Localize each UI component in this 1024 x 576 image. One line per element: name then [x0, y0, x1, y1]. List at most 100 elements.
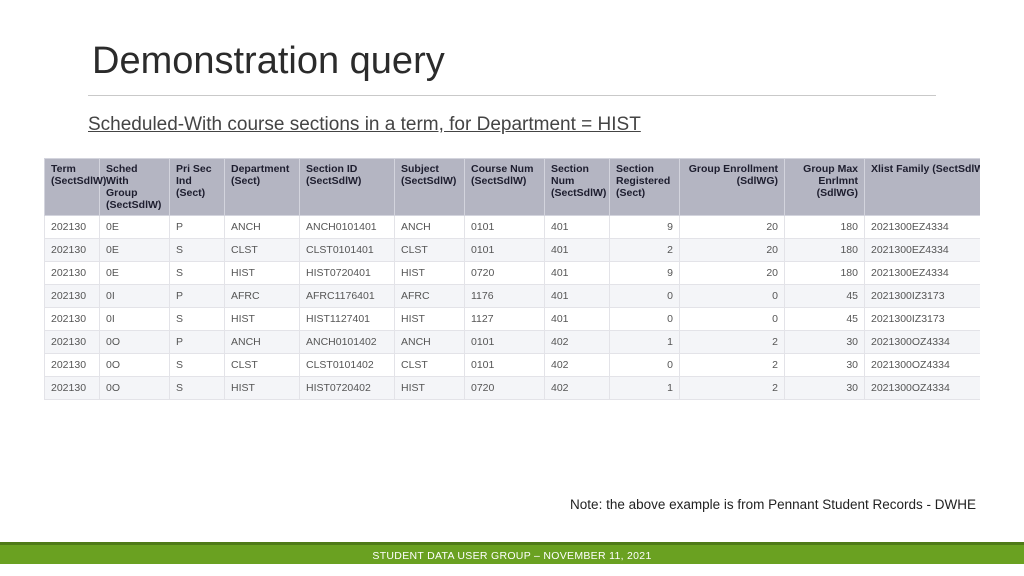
col-group-enroll: Group Enrollment (SdlWG) — [680, 159, 785, 216]
cell: S — [170, 239, 225, 262]
col-pri-sec-ind: Pri Sec Ind (Sect) — [170, 159, 225, 216]
cell: 402 — [545, 331, 610, 354]
cell: CLST — [395, 354, 465, 377]
results-table: Term (SectSdlW) Sched With Group (SectSd… — [44, 158, 980, 400]
footnote: Note: the above example is from Pennant … — [570, 497, 976, 512]
cell: 45 — [785, 285, 865, 308]
cell: HIST — [395, 262, 465, 285]
cell: 202130 — [45, 262, 100, 285]
cell: 20 — [680, 216, 785, 239]
cell: 202130 — [45, 239, 100, 262]
cell: 0O — [100, 377, 170, 400]
table-row: 2021300EPANCHANCH0101401ANCH010140192018… — [45, 216, 981, 239]
cell: ANCH0101402 — [300, 331, 395, 354]
cell: 0O — [100, 354, 170, 377]
cell: 401 — [545, 262, 610, 285]
cell: 0101 — [465, 216, 545, 239]
cell: 0I — [100, 308, 170, 331]
cell: 2 — [610, 239, 680, 262]
cell: S — [170, 308, 225, 331]
cell: 0720 — [465, 377, 545, 400]
cell: 402 — [545, 377, 610, 400]
cell: S — [170, 354, 225, 377]
cell: 402 — [545, 354, 610, 377]
cell: HIST — [225, 377, 300, 400]
table-row: 2021300OPANCHANCH0101402ANCH010140212302… — [45, 331, 981, 354]
cell: 45 — [785, 308, 865, 331]
table-row: 2021300OSHISTHIST0720402HIST072040212302… — [45, 377, 981, 400]
cell: 180 — [785, 262, 865, 285]
col-section-num: Section Num (SectSdlW) — [545, 159, 610, 216]
cell: CLST0101401 — [300, 239, 395, 262]
cell: 202130 — [45, 331, 100, 354]
cell: 202130 — [45, 285, 100, 308]
cell: HIST — [395, 308, 465, 331]
cell: 0101 — [465, 354, 545, 377]
slide-subtitle: Scheduled-With course sections in a term… — [0, 96, 1024, 148]
cell: AFRC — [225, 285, 300, 308]
cell: HIST — [225, 308, 300, 331]
cell: 401 — [545, 285, 610, 308]
cell: CLST — [225, 354, 300, 377]
table-row: 2021300ESHISTHIST0720401HIST072040192018… — [45, 262, 981, 285]
cell: 401 — [545, 216, 610, 239]
cell: 2021300OZ4334 — [865, 354, 981, 377]
cell: P — [170, 216, 225, 239]
cell: 30 — [785, 377, 865, 400]
table-row: 2021300OSCLSTCLST0101402CLST010140202302… — [45, 354, 981, 377]
table-body: 2021300EPANCHANCH0101401ANCH010140192018… — [45, 216, 981, 400]
col-xlist-family: Xlist Family (SectSdlW) — [865, 159, 981, 216]
cell: ANCH0101401 — [300, 216, 395, 239]
cell: 0I — [100, 285, 170, 308]
cell: AFRC1176401 — [300, 285, 395, 308]
cell: 9 — [610, 216, 680, 239]
cell: 401 — [545, 308, 610, 331]
cell: ANCH — [395, 216, 465, 239]
header-row: Term (SectSdlW) Sched With Group (SectSd… — [45, 159, 981, 216]
cell: 0E — [100, 239, 170, 262]
cell: HIST — [225, 262, 300, 285]
cell: HIST0720402 — [300, 377, 395, 400]
slide: Demonstration query Scheduled-With cours… — [0, 0, 1024, 576]
cell: S — [170, 262, 225, 285]
cell: CLST — [225, 239, 300, 262]
cell: 2021300IZ3173 — [865, 285, 981, 308]
col-section-id: Section ID (SectSdlW) — [300, 159, 395, 216]
cell: 1127 — [465, 308, 545, 331]
cell: 2021300IZ3173 — [865, 308, 981, 331]
cell: ANCH — [225, 331, 300, 354]
cell: 30 — [785, 331, 865, 354]
cell: 202130 — [45, 354, 100, 377]
cell: 2021300EZ4334 — [865, 239, 981, 262]
cell: 0 — [610, 354, 680, 377]
cell: ANCH — [225, 216, 300, 239]
cell: ANCH — [395, 331, 465, 354]
cell: 20 — [680, 239, 785, 262]
cell: 401 — [545, 239, 610, 262]
cell: 2021300EZ4334 — [865, 216, 981, 239]
cell: S — [170, 377, 225, 400]
cell: 180 — [785, 239, 865, 262]
table-head: Term (SectSdlW) Sched With Group (SectSd… — [45, 159, 981, 216]
col-department: Department (Sect) — [225, 159, 300, 216]
col-term: Term (SectSdlW) — [45, 159, 100, 216]
col-section-reg: Section Registered (Sect) — [610, 159, 680, 216]
col-course-num: Course Num (SectSdlW) — [465, 159, 545, 216]
cell: 180 — [785, 216, 865, 239]
cell: 1176 — [465, 285, 545, 308]
table-row: 2021300IPAFRCAFRC1176401AFRC117640100452… — [45, 285, 981, 308]
cell: 0E — [100, 216, 170, 239]
cell: HIST — [395, 377, 465, 400]
cell: 0 — [610, 285, 680, 308]
cell: 0720 — [465, 262, 545, 285]
cell: 0 — [680, 285, 785, 308]
cell: 0 — [680, 308, 785, 331]
cell: 9 — [610, 262, 680, 285]
cell: 20 — [680, 262, 785, 285]
table-row: 2021300ISHISTHIST1127401HIST112740100452… — [45, 308, 981, 331]
cell: 2 — [680, 377, 785, 400]
slide-title: Demonstration query — [0, 0, 1024, 91]
cell: 202130 — [45, 377, 100, 400]
table-row: 2021300ESCLSTCLST0101401CLST010140122018… — [45, 239, 981, 262]
cell: 0 — [610, 308, 680, 331]
